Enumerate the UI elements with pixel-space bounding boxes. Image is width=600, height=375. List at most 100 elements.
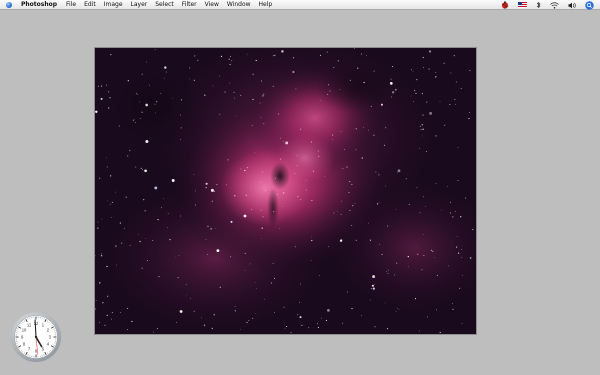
menu-filter[interactable]: Filter bbox=[182, 0, 197, 10]
star bbox=[447, 186, 448, 187]
star bbox=[171, 179, 175, 182]
star bbox=[244, 169, 246, 172]
menu-layer[interactable]: Layer bbox=[131, 0, 148, 10]
star bbox=[169, 238, 171, 241]
star bbox=[449, 212, 452, 214]
star bbox=[422, 234, 424, 235]
star bbox=[115, 264, 117, 266]
star bbox=[395, 310, 397, 312]
star bbox=[139, 101, 141, 103]
star bbox=[435, 76, 437, 78]
star bbox=[294, 246, 296, 248]
star bbox=[332, 138, 333, 140]
star bbox=[99, 177, 101, 179]
us-flag-icon[interactable] bbox=[518, 2, 527, 8]
star bbox=[110, 175, 112, 177]
star bbox=[160, 92, 162, 94]
star bbox=[337, 210, 338, 212]
star bbox=[274, 177, 276, 179]
star bbox=[286, 325, 288, 328]
volume-icon[interactable] bbox=[568, 2, 576, 9]
star bbox=[395, 208, 397, 210]
star bbox=[420, 129, 422, 131]
star bbox=[197, 59, 199, 61]
star bbox=[259, 102, 261, 104]
star bbox=[456, 246, 458, 248]
star bbox=[416, 187, 418, 189]
star bbox=[435, 135, 437, 137]
star bbox=[260, 209, 262, 211]
star bbox=[346, 166, 348, 168]
star bbox=[329, 90, 331, 92]
star bbox=[439, 101, 441, 102]
star bbox=[412, 70, 414, 72]
star bbox=[141, 73, 143, 75]
star bbox=[180, 99, 182, 101]
wifi-icon[interactable] bbox=[550, 1, 559, 9]
star bbox=[311, 236, 312, 238]
star bbox=[283, 306, 285, 308]
star bbox=[211, 327, 213, 329]
star bbox=[292, 70, 295, 74]
star bbox=[423, 67, 425, 69]
star bbox=[427, 316, 429, 318]
star bbox=[249, 263, 251, 265]
star bbox=[152, 239, 154, 241]
star bbox=[231, 60, 233, 62]
star bbox=[129, 245, 131, 247]
star bbox=[111, 312, 113, 314]
star bbox=[216, 249, 220, 253]
star bbox=[369, 239, 371, 241]
star bbox=[106, 166, 108, 168]
app-menu-photoshop[interactable]: Photoshop bbox=[21, 0, 57, 10]
menu-edit[interactable]: Edit bbox=[84, 0, 96, 10]
star bbox=[188, 78, 190, 80]
star bbox=[97, 227, 99, 229]
star bbox=[283, 140, 284, 142]
star bbox=[381, 253, 383, 256]
star bbox=[378, 202, 380, 203]
star bbox=[104, 324, 106, 326]
star bbox=[469, 112, 471, 113]
star bbox=[461, 249, 462, 251]
star bbox=[180, 127, 182, 129]
menu-image[interactable]: Image bbox=[104, 0, 123, 10]
star bbox=[229, 63, 231, 66]
menu-view[interactable]: View bbox=[205, 0, 219, 10]
star bbox=[310, 141, 312, 143]
star bbox=[441, 210, 442, 211]
star bbox=[194, 204, 196, 206]
ladybug-icon[interactable] bbox=[501, 1, 509, 9]
star bbox=[450, 72, 452, 74]
bluetooth-icon[interactable] bbox=[536, 1, 541, 9]
star bbox=[370, 288, 372, 290]
star bbox=[389, 82, 393, 85]
star bbox=[341, 200, 342, 202]
star bbox=[132, 119, 134, 121]
star bbox=[250, 208, 252, 210]
star bbox=[260, 116, 262, 118]
clock-widget[interactable]: 1 2 3 4 5 6 7 8 9 10 11 12 bbox=[10, 311, 62, 363]
spotlight-icon[interactable] bbox=[585, 0, 594, 10]
star bbox=[246, 321, 248, 324]
apple-menu-icon[interactable] bbox=[6, 2, 12, 8]
star bbox=[422, 56, 424, 59]
star bbox=[419, 212, 421, 214]
star bbox=[224, 91, 226, 93]
star bbox=[256, 287, 257, 289]
menu-help[interactable]: Help bbox=[259, 0, 273, 10]
star bbox=[344, 149, 345, 150]
star bbox=[99, 322, 100, 323]
star bbox=[327, 93, 329, 95]
star bbox=[251, 125, 253, 126]
star bbox=[145, 210, 147, 212]
star bbox=[142, 169, 143, 170]
document-canvas[interactable] bbox=[95, 48, 476, 334]
menu-file[interactable]: File bbox=[66, 0, 76, 10]
menu-select[interactable]: Select bbox=[155, 0, 174, 10]
star bbox=[143, 199, 145, 201]
star bbox=[355, 239, 357, 241]
star bbox=[422, 135, 423, 137]
menu-window[interactable]: Window bbox=[227, 0, 251, 10]
star bbox=[262, 95, 264, 97]
